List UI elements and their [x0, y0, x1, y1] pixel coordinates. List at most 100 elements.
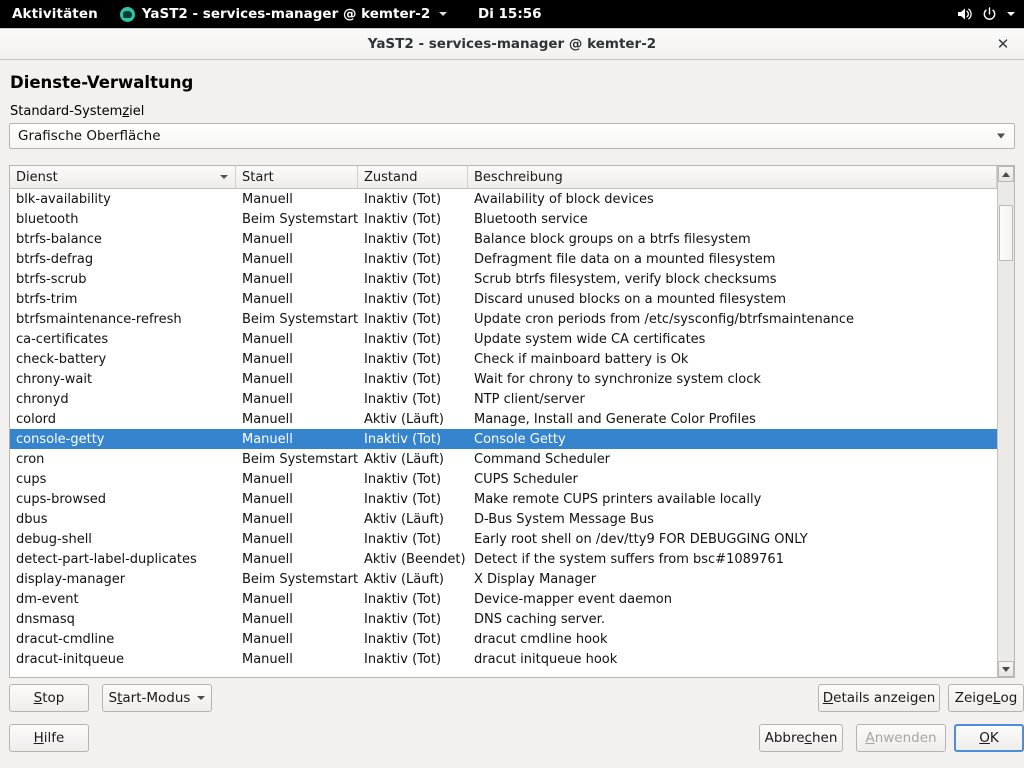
cell-state: Inaktiv (Tot) — [364, 491, 442, 507]
cancel-button[interactable]: Abbre c hen — [759, 724, 843, 752]
table-row[interactable]: btrfsmaintenance-refresh Beim Systemstart… — [10, 309, 997, 329]
cell-start-mode: Manuell — [242, 531, 293, 547]
activities-button[interactable]: Aktivitäten — [0, 6, 112, 22]
cell-state: Aktiv (Läuft) — [364, 411, 444, 427]
table-row[interactable]: dm-event Manuell Inaktiv (Tot) Device-mappe… — [10, 589, 997, 609]
column-header-start[interactable]: Start — [236, 166, 358, 188]
cell-state: Inaktiv (Tot) — [364, 591, 442, 607]
cell-description: D-Bus System Message Bus — [474, 511, 654, 527]
power-icon — [982, 6, 997, 22]
apply-button[interactable]: Anwenden — [856, 724, 946, 752]
ok-button[interactable]: OK — [954, 724, 1024, 752]
table-row[interactable]: dbus Manuell Aktiv (Läuft) D-Bus System Mes… — [10, 509, 997, 529]
table-row[interactable]: bluetooth Beim Systemstart Inaktiv (Tot) Bl… — [10, 209, 997, 229]
table-row[interactable]: console-getty Manuell Inaktiv (Tot) Console… — [10, 429, 997, 449]
cell-service-name: btrfs-balance — [16, 231, 102, 247]
column-header-dienst[interactable]: Dienst — [10, 166, 236, 188]
cell-description: Command Scheduler — [474, 451, 611, 467]
cell-state: Aktiv (Läuft) — [364, 571, 444, 587]
table-row[interactable]: debug-shell Manuell Inaktiv (Tot) Early roo… — [10, 529, 997, 549]
cell-description: Manage, Install and Generate Color Profi… — [474, 411, 756, 427]
cell-description: dracut initqueue hook — [474, 651, 618, 667]
cell-state: Aktiv (Läuft) — [364, 511, 444, 527]
cell-service-name: blk-availability — [16, 191, 111, 207]
btn-text-pre: S — [108, 690, 118, 706]
btn-mnemonic: O — [979, 730, 990, 746]
column-header-beschreibung[interactable]: Beschreibung — [468, 166, 997, 188]
cell-service-name: cron — [16, 451, 45, 467]
cell-service-name: detect-part-label-duplicates — [16, 551, 197, 567]
cell-start-mode: Manuell — [242, 351, 293, 367]
cell-state: Inaktiv (Tot) — [364, 391, 442, 407]
chevron-down-icon — [997, 133, 1005, 139]
show-log-button[interactable]: Zeige Log — [948, 684, 1024, 712]
scrollbar-thumb[interactable] — [999, 205, 1013, 261]
system-status-area[interactable] — [957, 0, 1016, 28]
column-header-zustand[interactable]: Zustand — [358, 166, 468, 188]
table-row[interactable]: cups-browsed Manuell Inaktiv (Tot) Make rem… — [10, 489, 997, 509]
btn-mnemonic: H — [33, 730, 44, 746]
cell-description: Make remote CUPS printers available loca… — [474, 491, 762, 507]
table-row[interactable]: display-manager Beim Systemstart Aktiv (Lä… — [10, 569, 997, 589]
vertical-scrollbar[interactable] — [997, 166, 1014, 677]
cell-state: Inaktiv (Tot) — [364, 351, 442, 367]
table-row[interactable]: dnsmasq Manuell Inaktiv (Tot) DNS caching s… — [10, 609, 997, 629]
table-row[interactable]: chronyd Manuell Inaktiv (Tot) NTP client/se… — [10, 389, 997, 409]
table-row[interactable]: dracut-initqueue Manuell Inaktiv (Tot) drac… — [10, 649, 997, 669]
cell-start-mode: Manuell — [242, 411, 293, 427]
services-table: Dienst Start Zustand Beschreibung blk-av… — [9, 165, 1015, 678]
table-row[interactable]: colord Manuell Aktiv (Läuft) Manage, Instal… — [10, 409, 997, 429]
table-row[interactable]: btrfs-balance Manuell Inaktiv (Tot) Balance… — [10, 229, 997, 249]
cell-description: Update system wide CA certificates — [474, 331, 706, 347]
btn-text-post: top — [42, 690, 65, 706]
btn-text-post: art-Modus — [122, 690, 191, 706]
cell-start-mode: Manuell — [242, 491, 293, 507]
yast-logo-icon — [119, 6, 135, 22]
cell-state: Inaktiv (Tot) — [364, 251, 442, 267]
table-row[interactable]: check-battery Manuell Inaktiv (Tot) Check i… — [10, 349, 997, 369]
btn-text-post: etails anzeigen — [833, 690, 936, 706]
sort-descending-icon — [220, 175, 228, 179]
btn-mnemonic: L — [992, 690, 1001, 706]
app-menu-button[interactable]: YaST2 - services-manager @ kemter-2 — [112, 6, 455, 22]
show-details-button[interactable]: Details anzeigen — [818, 684, 940, 712]
table-body: blk-availability Manuell Inaktiv (Tot) Avai… — [10, 189, 997, 669]
start-mode-button[interactable]: St art-Modus — [102, 684, 212, 712]
cell-state: Inaktiv (Tot) — [364, 331, 442, 347]
cell-state: Aktiv (Läuft) — [364, 451, 444, 467]
default-system-target-combobox[interactable]: Grafische Oberfläche — [9, 123, 1015, 149]
close-icon[interactable]: ✕ — [992, 33, 1014, 55]
table-row[interactable]: cups Manuell Inaktiv (Tot) CUPS Scheduler — [10, 469, 997, 489]
column-header-label: Dienst — [16, 169, 58, 185]
cell-start-mode: Beim Systemstart — [242, 571, 358, 587]
table-row[interactable]: btrfs-trim Manuell Inaktiv (Tot) Discard un… — [10, 289, 997, 309]
table-row[interactable]: blk-availability Manuell Inaktiv (Tot) Avai… — [10, 189, 997, 209]
table-row[interactable]: chrony-wait Manuell Inaktiv (Tot) Wait for … — [10, 369, 997, 389]
table-row[interactable]: cron Beim Systemstart Aktiv (Läuft) Command… — [10, 449, 997, 469]
cell-state: Aktiv (Beendet) — [364, 551, 466, 567]
cell-service-name: btrfs-defrag — [16, 251, 94, 267]
table-row[interactable]: btrfs-scrub Manuell Inaktiv (Tot) Scrub btr… — [10, 269, 997, 289]
cell-service-name: bluetooth — [16, 211, 79, 227]
help-button[interactable]: Hilfe — [9, 724, 89, 752]
cell-description: CUPS Scheduler — [474, 471, 578, 487]
cell-description: DNS caching server. — [474, 611, 605, 627]
stop-button[interactable]: Stop — [9, 684, 89, 712]
scroll-down-arrow-icon[interactable] — [998, 661, 1014, 677]
clock-button[interactable]: Di 15:56 — [478, 0, 542, 28]
cell-service-name: cups — [16, 471, 47, 487]
btn-mnemonic: c — [804, 730, 812, 746]
table-row[interactable]: btrfs-defrag Manuell Inaktiv (Tot) Defragme… — [10, 249, 997, 269]
yast-window: YaST2 - services-manager @ kemter-2 ✕ Di… — [0, 28, 1024, 768]
cell-start-mode: Manuell — [242, 591, 293, 607]
cell-start-mode: Manuell — [242, 191, 293, 207]
cell-state: Inaktiv (Tot) — [364, 231, 442, 247]
table-row[interactable]: ca-certificates Manuell Inaktiv (Tot) Updat… — [10, 329, 997, 349]
table-row[interactable]: dracut-cmdline Manuell Inaktiv (Tot) dracut… — [10, 629, 997, 649]
table-row[interactable]: detect-part-label-duplicates Manuell Aktiv… — [10, 549, 997, 569]
scroll-up-arrow-icon[interactable] — [998, 166, 1014, 182]
cell-state: Inaktiv (Tot) — [364, 211, 442, 227]
cell-service-name: console-getty — [16, 431, 105, 447]
cell-state: Inaktiv (Tot) — [364, 471, 442, 487]
label-text-post: iel — [129, 104, 145, 119]
